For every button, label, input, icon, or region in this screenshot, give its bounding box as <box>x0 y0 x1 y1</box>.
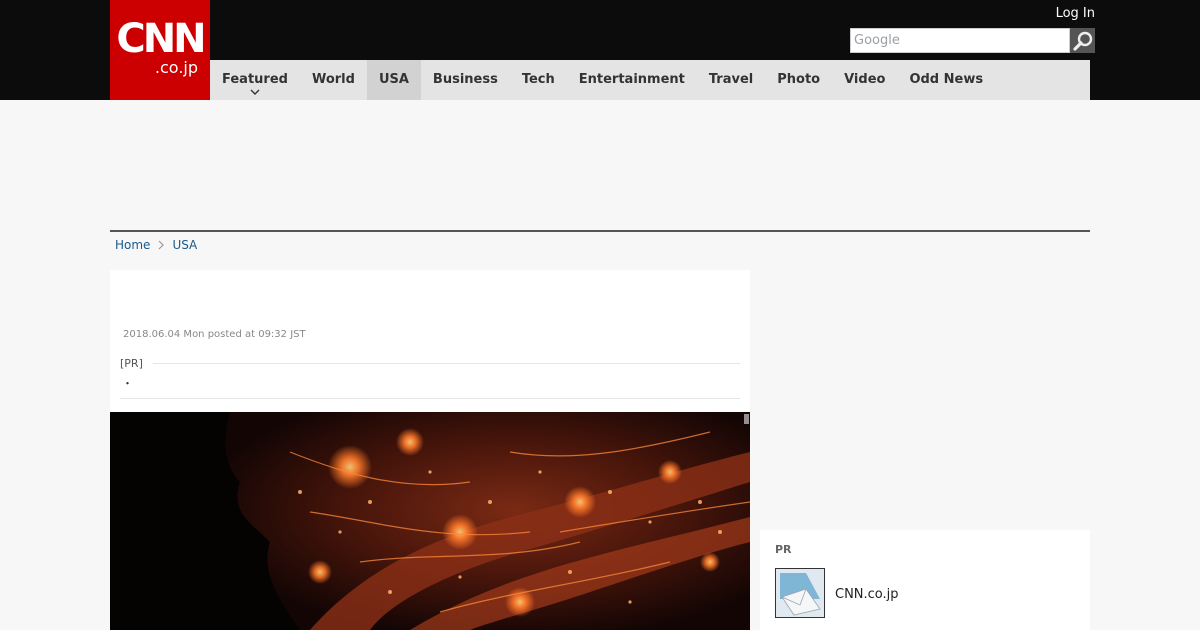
pr-label: [PR] <box>120 357 153 370</box>
pr-link[interactable]: CNN.co.jp <box>835 587 899 602</box>
lava-photo-image <box>110 412 750 630</box>
nav-item-featured[interactable]: Featured <box>210 60 300 100</box>
cnn-logo[interactable]: CNN .co.jp <box>110 0 210 100</box>
breadcrumb: Home USA <box>115 238 197 252</box>
sidebar-pr-label: PR <box>775 543 792 556</box>
search-icon <box>1072 31 1092 51</box>
header-divider <box>110 230 1090 232</box>
search-input[interactable] <box>850 28 1070 53</box>
breadcrumb-home[interactable]: Home <box>115 238 150 252</box>
nav-item-usa[interactable]: USA <box>366 60 421 100</box>
logo-sub: .co.jp <box>154 58 198 77</box>
nav-item-odd-news[interactable]: Odd News <box>897 60 995 100</box>
nav-item-photo[interactable]: Photo <box>765 60 832 100</box>
search-button[interactable] <box>1070 28 1095 53</box>
article-pr-block: [PR] ・ <box>120 357 740 399</box>
article-photo[interactable] <box>110 412 750 630</box>
nav-item-travel[interactable]: Travel <box>697 60 765 100</box>
login-link[interactable]: Log In <box>1056 6 1095 21</box>
pr-thumbnail[interactable] <box>775 568 825 618</box>
article-date: 2018.06.04 Mon posted at 09:32 JST <box>123 329 306 340</box>
search-box <box>850 28 1095 53</box>
ad-space <box>110 100 1090 230</box>
article-card: 2018.06.04 Mon posted at 09:32 JST [PR] … <box>110 270 750 630</box>
nav-item-tech[interactable]: Tech <box>510 60 567 100</box>
breadcrumb-usa[interactable]: USA <box>172 238 197 252</box>
nav-item-business[interactable]: Business <box>421 60 510 100</box>
top-header: CNN .co.jp Log In Featured World USA Bus… <box>0 0 1200 100</box>
logo-main: CNN <box>116 16 206 62</box>
sidebar-pr-box: PR CNN.co.jp <box>760 530 1090 630</box>
pr-item[interactable]: ・ <box>122 375 133 391</box>
nav-label: Featured <box>222 72 288 87</box>
chevron-right-icon <box>159 240 165 250</box>
chevron-down-icon <box>250 89 260 95</box>
nav-item-world[interactable]: World <box>300 60 367 100</box>
nav-item-entertainment[interactable]: Entertainment <box>567 60 697 100</box>
mail-app-icon <box>776 569 824 617</box>
main-nav: Featured World USA Business Tech Enterta… <box>210 60 1090 100</box>
nav-item-video[interactable]: Video <box>832 60 897 100</box>
